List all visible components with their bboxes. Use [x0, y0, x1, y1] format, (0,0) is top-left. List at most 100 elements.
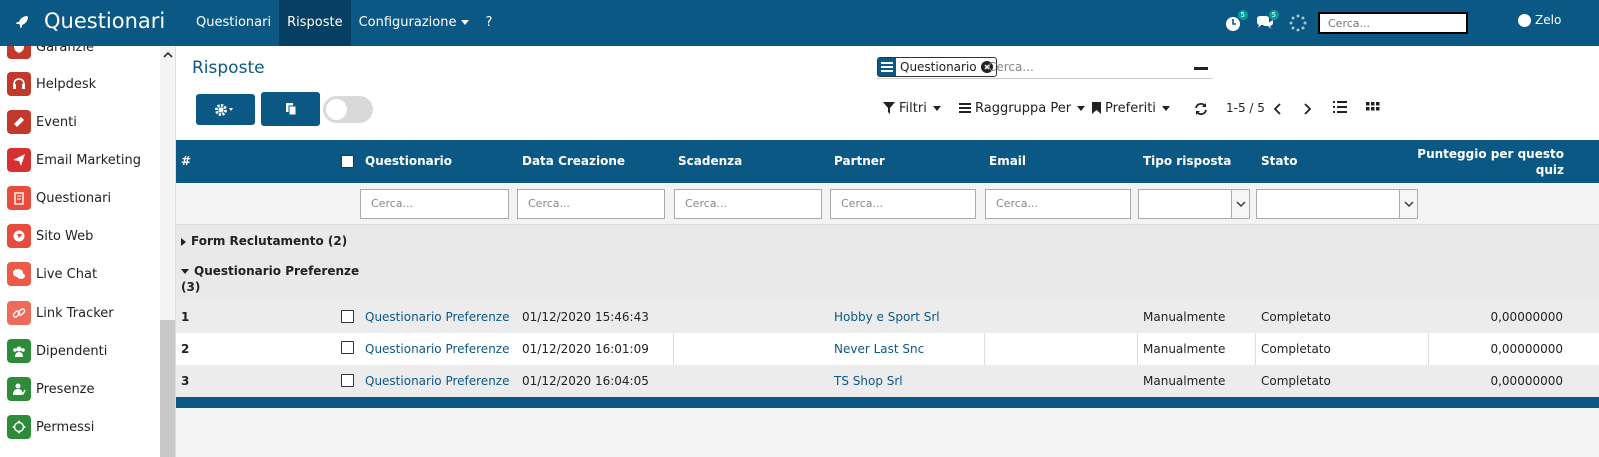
column-email[interactable]: Email: [989, 154, 1026, 168]
menu-risposte[interactable]: Risposte: [279, 0, 351, 46]
chevron-up-icon[interactable]: [163, 50, 173, 60]
select-all-checkbox[interactable]: [341, 155, 354, 168]
row-questionario[interactable]: Questionario Preferenze: [365, 310, 509, 324]
sidebar-item-link-tracker[interactable]: Link Tracker: [7, 300, 114, 326]
sidebar-item-label: Email Marketing: [36, 152, 141, 168]
list-icon: [878, 58, 896, 76]
filter-tipo-risposta-select[interactable]: [1138, 189, 1250, 219]
group-row-questionario-preferenze[interactable]: Questionario Preferenze (3): [176, 255, 1599, 301]
globe-icon: [7, 224, 31, 248]
column-filter-row: Cerca... Cerca... Cerca... Cerca... Cerc…: [176, 183, 1599, 225]
rocket-icon[interactable]: [14, 14, 30, 30]
filter-email-input[interactable]: Cerca...: [985, 189, 1131, 219]
row-questionario[interactable]: Questionario Preferenze: [365, 342, 509, 356]
groupby-dropdown[interactable]: Raggruppa Per: [959, 99, 1086, 117]
column-scadenza[interactable]: Scadenza: [678, 154, 742, 168]
sidebar-item-questionari[interactable]: Questionari: [7, 185, 111, 211]
clipboard-icon: [7, 186, 31, 210]
row-tipo-risposta: Manualmente: [1143, 342, 1226, 356]
row-stato: Completato: [1261, 374, 1331, 388]
copy-icon: [285, 103, 296, 116]
row-questionario[interactable]: Questionario Preferenze: [365, 374, 509, 388]
row-partner[interactable]: Never Last Snc: [834, 342, 924, 356]
filter-partner-input[interactable]: Cerca...: [830, 189, 976, 219]
sidebar-item-sito-web[interactable]: Sito Web: [7, 223, 93, 249]
sidebar-item-label: Presenze: [36, 381, 95, 397]
content-background: [176, 408, 1599, 457]
table-row[interactable]: 2 Questionario Preferenze 01/12/2020 16:…: [176, 333, 1599, 365]
row-checkbox[interactable]: [341, 341, 354, 354]
row-stato: Completato: [1261, 310, 1331, 324]
sidebar-item-live-chat[interactable]: Live Chat: [7, 261, 97, 287]
view-toggle-switch[interactable]: [323, 96, 373, 123]
chevron-left-icon[interactable]: [1271, 102, 1285, 116]
sidebar-item-dipendenti[interactable]: Dipendenti: [7, 338, 107, 364]
filters-dropdown[interactable]: Filtri: [883, 99, 941, 117]
row-index: 1: [181, 310, 190, 324]
messages-badge: 5: [1268, 10, 1279, 20]
table-row[interactable]: 3 Questionario Preferenze 01/12/2020 16:…: [176, 365, 1599, 397]
sidebar-item-garanzie[interactable]: Garanzie: [7, 46, 94, 60]
chevron-down-icon: [1399, 190, 1417, 218]
sidebar-item-eventi[interactable]: Eventi: [7, 109, 77, 135]
chevron-right-icon[interactable]: [1300, 102, 1314, 116]
menu-questionari[interactable]: Questionari: [188, 0, 279, 46]
row-index: 2: [181, 342, 190, 356]
column-questionario[interactable]: Questionario: [365, 154, 452, 168]
filter-data-creazione-input[interactable]: Cerca...: [517, 189, 665, 219]
row-checkbox[interactable]: [341, 310, 354, 323]
user-menu[interactable]: Zelo: [1518, 13, 1561, 27]
column-stato[interactable]: Stato: [1261, 154, 1297, 168]
groupby-label: Raggruppa Per: [975, 100, 1072, 116]
column-index: #: [181, 154, 192, 168]
users-icon: [7, 339, 31, 363]
list-view-icon[interactable]: [1333, 100, 1347, 114]
sidebar-item-permessi[interactable]: Permessi: [7, 414, 94, 440]
row-data-creazione: 01/12/2020 16:01:09: [522, 342, 649, 356]
filter-stato-select[interactable]: [1256, 189, 1418, 219]
kanban-view-icon[interactable]: [1366, 100, 1380, 114]
menu-configurazione[interactable]: Configurazione: [351, 0, 478, 46]
table-row[interactable]: 1 Questionario Preferenze 01/12/2020 15:…: [176, 301, 1599, 333]
pager-value[interactable]: 1-5 / 5: [1226, 101, 1265, 115]
favorites-label: Preferiti: [1105, 100, 1156, 116]
paper-plane-icon: [7, 148, 31, 172]
column-tipo-risposta[interactable]: Tipo risposta: [1143, 154, 1231, 168]
actions-gear-button[interactable]: [196, 94, 255, 125]
duplicate-button[interactable]: [261, 92, 320, 126]
activity-clock-icon[interactable]: 5: [1224, 10, 1248, 33]
menu-help[interactable]: ?: [477, 0, 500, 46]
sidebar-item-presenze[interactable]: Presenze: [7, 376, 95, 402]
row-tipo-risposta: Manualmente: [1143, 310, 1226, 324]
sidebar-scrollbar[interactable]: [160, 46, 175, 457]
refresh-icon[interactable]: [1194, 102, 1208, 116]
scrollbar-thumb[interactable]: [160, 320, 175, 457]
search-input[interactable]: Cerca...: [988, 60, 1188, 74]
column-partner[interactable]: Partner: [834, 154, 885, 168]
sidebar-item-helpdesk[interactable]: Helpdesk: [7, 71, 96, 97]
filter-scadenza-input[interactable]: Cerca...: [674, 189, 822, 219]
messages-chat-icon[interactable]: 5: [1255, 10, 1279, 33]
sidebar-item-label: Live Chat: [36, 266, 98, 282]
column-divider: [673, 333, 674, 365]
group-count: (3): [181, 280, 201, 294]
row-checkbox[interactable]: [341, 374, 354, 387]
minus-icon[interactable]: [1194, 67, 1208, 70]
user-check-icon: [7, 377, 31, 401]
menu-label: Risposte: [287, 15, 343, 30]
caret-down-icon: [461, 20, 470, 25]
filter-questionario-input[interactable]: Cerca...: [360, 189, 509, 219]
app-title[interactable]: Questionari: [44, 9, 165, 33]
favorites-dropdown[interactable]: Preferiti: [1092, 99, 1170, 117]
column-data-creazione[interactable]: Data Creazione: [522, 154, 625, 168]
group-row-form-reclutamento[interactable]: Form Reclutamento (2): [176, 225, 1599, 255]
column-divider: [1137, 333, 1138, 365]
global-search-input[interactable]: [1318, 12, 1468, 34]
chat-bubbles-icon: [7, 262, 31, 286]
caret-down-icon: [1077, 105, 1086, 111]
loading-spinner-icon: [1288, 13, 1308, 33]
column-punteggio[interactable]: Punteggio per questo quiz: [1417, 146, 1564, 178]
row-partner[interactable]: Hobby e Sport Srl: [834, 310, 940, 324]
row-partner[interactable]: TS Shop Srl: [834, 374, 903, 388]
sidebar-item-email-marketing[interactable]: Email Marketing: [7, 147, 141, 173]
